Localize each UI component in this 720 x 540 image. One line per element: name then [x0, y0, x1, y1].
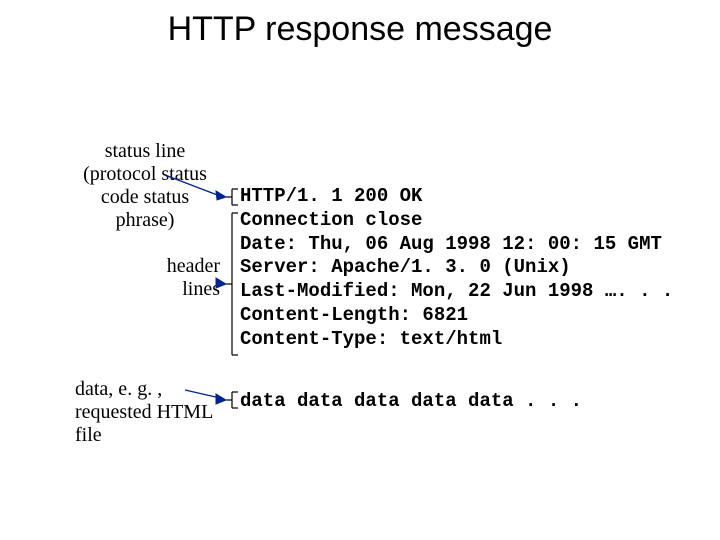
label-header-lines: header lines: [140, 255, 220, 301]
bracket-header: [226, 213, 238, 355]
bracket-status: [226, 189, 238, 205]
code-response-block: HTTP/1. 1 200 OK Connection close Date: …: [240, 185, 673, 351]
label-data: data, e. g. , requested HTML file: [75, 378, 215, 447]
bracket-data: [226, 392, 238, 408]
label-status-line: status line (protocol status code status…: [70, 140, 220, 232]
code-data-line: data data data data data . . .: [240, 390, 582, 414]
page-title: HTTP response message: [0, 10, 720, 49]
